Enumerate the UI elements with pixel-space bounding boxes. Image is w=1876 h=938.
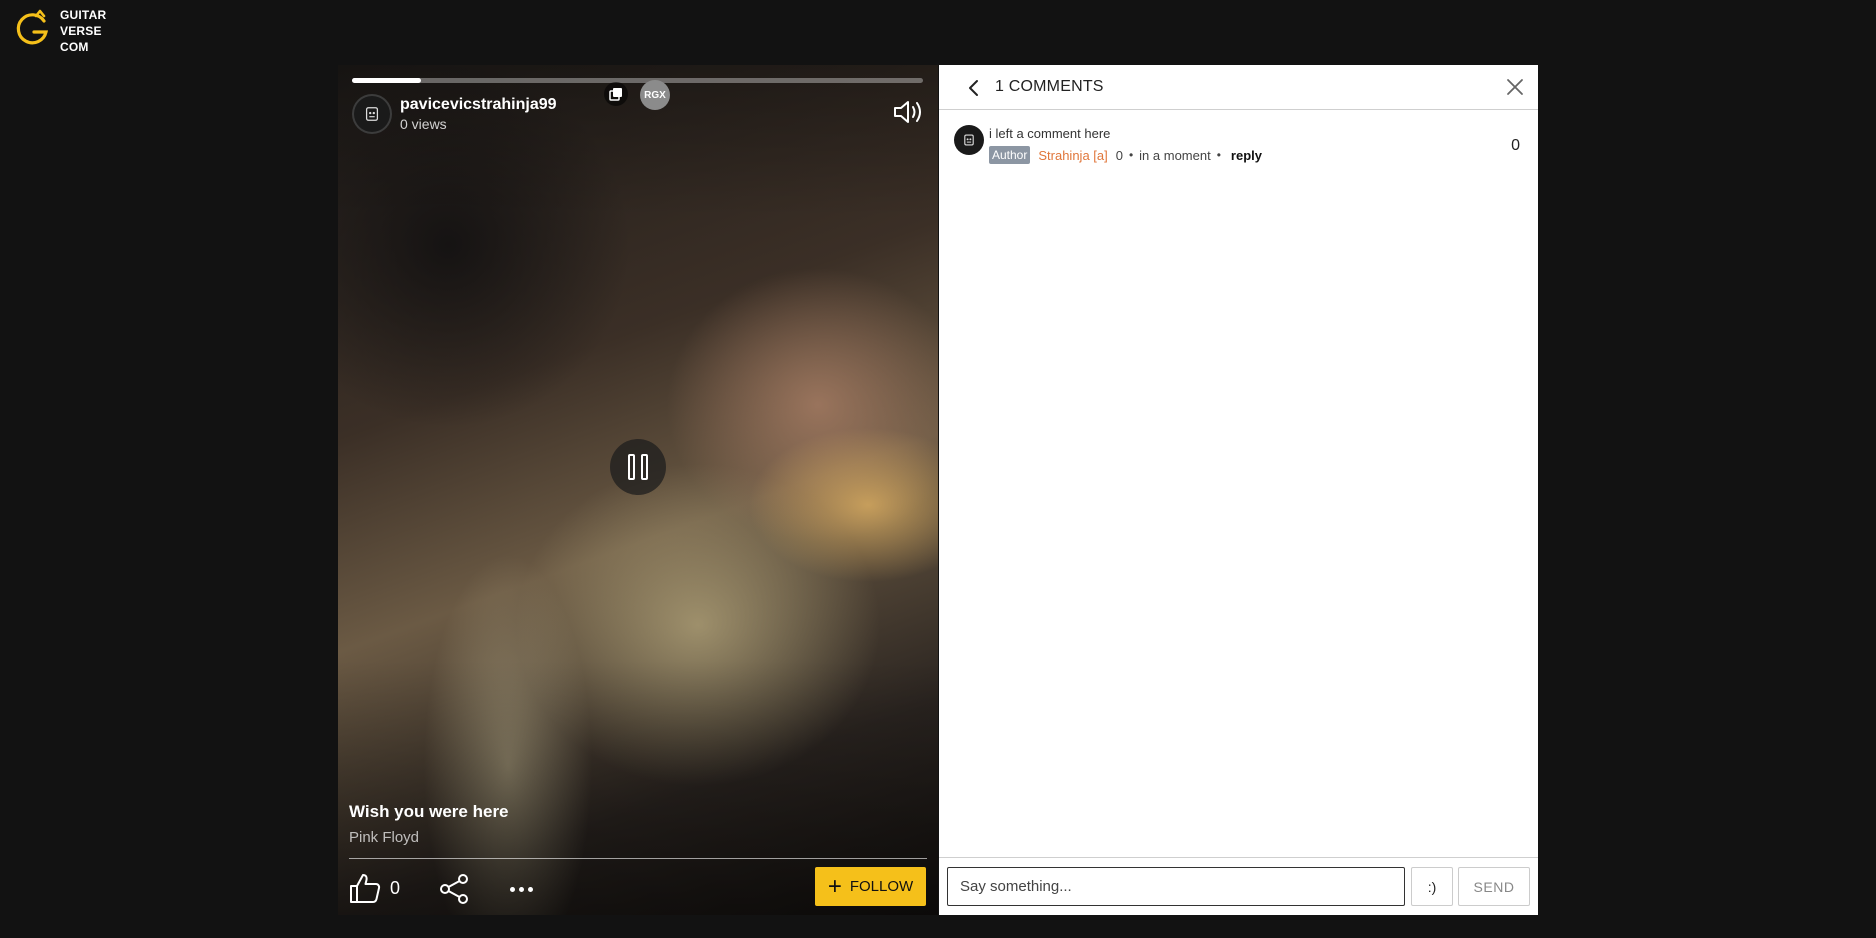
- site-name-line-3: COM: [60, 40, 89, 54]
- divider: [349, 858, 927, 859]
- comment-composer: :) SEND: [939, 857, 1538, 915]
- author-badge: Author: [989, 146, 1031, 164]
- follow-label: FOLLOW: [849, 878, 914, 895]
- like-button[interactable]: 0: [348, 871, 400, 905]
- video-author: pavicevicstrahinja99 0 views: [352, 94, 557, 134]
- comment-author-name[interactable]: Strahinja [a]: [1038, 148, 1107, 163]
- comment-meta: Author Strahinja [a] 0 • in a moment • r…: [989, 146, 1262, 164]
- reply-link[interactable]: reply: [1231, 148, 1262, 163]
- comment-time: in a moment: [1139, 147, 1211, 163]
- more-icon-dot: [519, 887, 524, 892]
- video-progress-fill: [352, 78, 421, 83]
- more-icon-dot: [510, 887, 515, 892]
- comments-panel: 1 COMMENTS i left a comment here Author …: [939, 65, 1538, 915]
- more-icon[interactable]: [510, 887, 533, 892]
- user-avatar-icon: [964, 134, 974, 146]
- pause-button[interactable]: [610, 439, 666, 495]
- song-artist[interactable]: Pink Floyd: [349, 829, 419, 846]
- video-progress-bar[interactable]: [352, 78, 923, 83]
- comment-item: i left a comment here Author Strahinja […: [954, 125, 1524, 165]
- rgx-badge[interactable]: RGX: [640, 80, 670, 110]
- share-icon[interactable]: [438, 873, 470, 905]
- volume-icon[interactable]: [892, 98, 924, 126]
- video-action-bar: 0 + FOLLOW: [338, 867, 938, 911]
- site-name: GUITAR VERSE COM: [60, 7, 106, 55]
- user-avatar-icon: [365, 107, 379, 121]
- more-icon-dot: [528, 887, 533, 892]
- close-icon[interactable]: [1506, 78, 1524, 96]
- follow-button[interactable]: + FOLLOW: [815, 867, 926, 906]
- pause-icon-bar-left: [628, 454, 635, 480]
- pause-icon-bar-right: [641, 454, 648, 480]
- comments-title: 1 COMMENTS: [995, 78, 1104, 95]
- send-button[interactable]: SEND: [1458, 867, 1530, 906]
- like-count: 0: [390, 877, 401, 898]
- comment-like-count[interactable]: 0: [1511, 137, 1520, 155]
- video-player[interactable]: pavicevicstrahinja99 0 views RGX Wish yo…: [338, 65, 938, 915]
- song-title: Wish you were here: [349, 802, 509, 821]
- separator-dot: •: [1216, 148, 1221, 162]
- plus-icon: +: [827, 872, 842, 900]
- avatar[interactable]: [352, 94, 392, 134]
- comments-header: 1 COMMENTS: [939, 65, 1538, 110]
- chevron-left-icon[interactable]: [967, 79, 981, 97]
- site-logo[interactable]: GUITAR VERSE COM: [14, 8, 106, 55]
- comment-author-score: 0: [1115, 147, 1123, 163]
- site-name-line-1: GUITAR: [60, 8, 107, 22]
- site-name-line-2: VERSE: [60, 24, 102, 38]
- duplicate-icon[interactable]: [604, 82, 628, 106]
- comment-text: i left a comment here: [989, 126, 1111, 141]
- video-views: 0 views: [400, 116, 447, 132]
- guitarverse-logo-icon: [16, 9, 49, 45]
- comment-input[interactable]: [947, 867, 1405, 906]
- separator-dot: •: [1128, 148, 1134, 162]
- avatar[interactable]: [954, 125, 984, 155]
- emoji-button[interactable]: :): [1411, 867, 1453, 906]
- video-username[interactable]: pavicevicstrahinja99: [400, 95, 557, 115]
- thumbs-up-icon: [350, 874, 381, 903]
